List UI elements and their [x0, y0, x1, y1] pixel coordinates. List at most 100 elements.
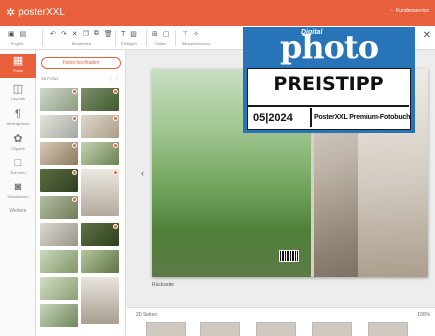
- text-icon[interactable]: T: [121, 31, 125, 38]
- clipart-icon: ✿: [13, 133, 23, 145]
- photo-thumbnail[interactable]: [40, 142, 78, 165]
- photo-thumbnail[interactable]: [40, 88, 78, 111]
- page-thumbnail[interactable]: [256, 322, 296, 336]
- image-icon[interactable]: ▨: [130, 30, 137, 38]
- toolbar-group-edit: ↶ ↷ ✕ ❐ ⧉ 🗑 Bearbeiten: [50, 29, 113, 49]
- toolbar-divider: [175, 30, 176, 46]
- page-strip: 20 Seiten 100%: [126, 307, 435, 336]
- badge-issue: 05|2024: [253, 112, 293, 124]
- photo-thumbnail[interactable]: [40, 115, 78, 138]
- used-badge: [72, 197, 77, 202]
- rail-item-masks[interactable]: ◙ Schablonen: [0, 180, 36, 204]
- back-cover-label: Rückseite: [152, 282, 174, 288]
- used-badge: [113, 143, 118, 148]
- customer-service-link[interactable]: ◔ Kundenservice: [390, 8, 429, 14]
- layout-icon: ◫: [12, 83, 24, 95]
- toolbar-group-project: ▣ ▤ Projekt: [8, 29, 26, 49]
- toolbar-group-optimize: ⚚ ✧ Bildoptimierung: [182, 29, 210, 49]
- enhance-icon[interactable]: ✧: [193, 30, 199, 38]
- rail-item-layouts[interactable]: ◫ Layouts: [0, 82, 36, 106]
- rail-label: Schablonen: [7, 194, 29, 199]
- magic-wand-icon[interactable]: ⚚: [182, 30, 188, 38]
- close-icon[interactable]: ✕: [423, 30, 431, 41]
- badge-award: PREISTIPP: [273, 73, 384, 95]
- used-badge: [113, 170, 118, 175]
- used-badge: [113, 116, 118, 121]
- badge-divider: [248, 105, 409, 107]
- rail-label: Weitere: [9, 208, 27, 214]
- filter-icon[interactable]: ⋮⋮: [108, 75, 120, 82]
- rail-label: Fotos: [12, 68, 23, 73]
- photo-thumbnail[interactable]: [40, 196, 78, 219]
- toolbar-label-edit: Bearbeiten: [71, 41, 92, 46]
- photo-thumbnail[interactable]: [81, 223, 119, 246]
- photo-thumbnail[interactable]: [40, 304, 78, 327]
- frame-icon: □: [14, 157, 22, 169]
- page-count[interactable]: 20 Seiten: [136, 312, 157, 318]
- page-thumbnail[interactable]: [312, 322, 352, 336]
- left-rail: ▦ Fotos ◫ Layouts ¶ Hintergründe ✿ Clipa…: [0, 50, 36, 336]
- add-page-icon[interactable]: ⊞: [152, 30, 158, 38]
- duplicate-icon[interactable]: ⧉: [94, 30, 99, 38]
- photo-thumbnail[interactable]: [40, 169, 78, 192]
- used-badge: [72, 116, 77, 121]
- page-thumbnail[interactable]: [200, 322, 240, 336]
- toolbar-divider: [42, 30, 43, 46]
- delete-icon[interactable]: 🗑: [104, 30, 113, 38]
- photo-thumbnail[interactable]: [81, 277, 119, 324]
- photo-thumbnail[interactable]: [81, 250, 119, 273]
- rail-item-backgrounds[interactable]: ¶ Hintergründe: [0, 107, 36, 131]
- badge-panel: PREISTIPP 05|2024 PosterXXL Premium-Foto…: [247, 68, 411, 130]
- photo-thumbnail[interactable]: [40, 277, 78, 300]
- print-icon[interactable]: ▤: [20, 30, 27, 38]
- app-header: ✲ posterXXL ◔ Kundenservice: [0, 0, 435, 26]
- close-icon[interactable]: ✕: [72, 30, 78, 38]
- toolbar-label-pages: Seiten: [155, 41, 167, 46]
- mask-icon: ◙: [14, 181, 22, 193]
- toolbar-group-pages: ⊞ ▢ Seiten: [152, 29, 170, 49]
- photos-icon: ▦: [12, 55, 24, 67]
- save-icon[interactable]: ▣: [8, 30, 15, 38]
- page-icon[interactable]: ▢: [163, 30, 170, 38]
- photo-thumbnail[interactable]: [81, 115, 119, 138]
- upload-photos-button[interactable]: Fotos hochladen: [41, 57, 121, 69]
- page-thumbnail[interactable]: [146, 322, 186, 336]
- support-icon: ◔: [389, 8, 393, 14]
- rail-item-frames[interactable]: □ Rahmen: [0, 156, 36, 180]
- rail-label: Layouts: [10, 96, 25, 101]
- rail-item-more[interactable]: Weitere: [0, 205, 36, 229]
- photo-thumbnail[interactable]: [40, 250, 78, 273]
- rail-label: Hintergründe: [6, 121, 30, 126]
- toolbar-divider: [146, 30, 147, 46]
- toolbar-label-project: Projekt: [10, 41, 24, 46]
- used-badge: [72, 89, 77, 94]
- app-logo[interactable]: ✲ posterXXL: [6, 6, 65, 19]
- redo-icon[interactable]: ↷: [61, 30, 67, 38]
- rail-item-cliparts[interactable]: ✿ Cliparts: [0, 132, 36, 156]
- photo-thumbnail[interactable]: [81, 169, 119, 216]
- photo-thumbnail[interactable]: [81, 88, 119, 111]
- photo-thumbnail[interactable]: [81, 142, 119, 165]
- rail-label: Cliparts: [11, 146, 25, 151]
- photo-thumbnail[interactable]: [40, 223, 78, 246]
- zoom-level[interactable]: 100%: [417, 312, 430, 318]
- used-badge: [113, 89, 118, 94]
- used-badge: [113, 224, 118, 229]
- badge-vertical-divider: [310, 108, 312, 127]
- badge-title: photo: [279, 28, 379, 66]
- photo-panel: Fotos hochladen 16 Fotos ⋮⋮: [36, 50, 126, 336]
- award-badge: Digital photo PREISTIPP 05|2024 PosterXX…: [243, 27, 415, 133]
- paint-icon: ¶: [15, 108, 21, 120]
- star-logo-icon: ✲: [6, 7, 16, 19]
- previous-page-arrow[interactable]: ‹: [141, 168, 144, 178]
- customer-service-label: Kundenservice: [395, 8, 429, 14]
- rail-label: Rahmen: [10, 170, 26, 175]
- toolbar-label-optimize: Bildoptimierung: [182, 41, 210, 46]
- toolbar-label-insert: Einfügen: [121, 41, 137, 46]
- copy-icon[interactable]: ❐: [83, 30, 89, 38]
- barcode: [279, 250, 299, 262]
- logo-text: posterXXL: [18, 7, 65, 18]
- page-thumbnail[interactable]: [368, 322, 408, 336]
- undo-icon[interactable]: ↶: [50, 30, 56, 38]
- rail-item-photos[interactable]: ▦ Fotos: [0, 54, 36, 78]
